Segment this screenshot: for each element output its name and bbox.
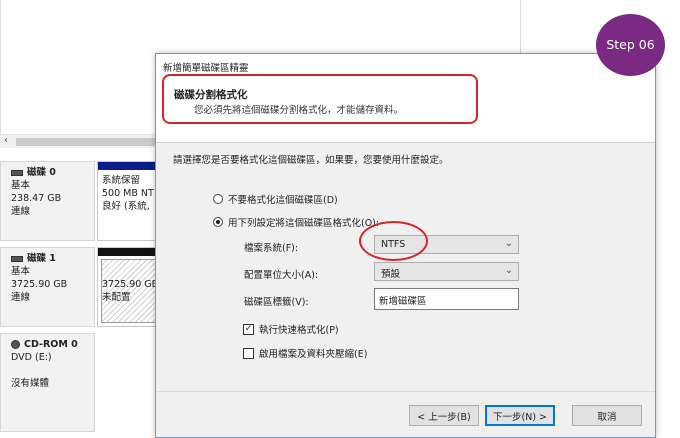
allocation-unit-value: 預設 <box>381 269 401 280</box>
cdrom-title: CD-ROM 0 <box>24 339 78 350</box>
cdrom-title-row: CD-ROM 0 <box>11 338 94 351</box>
cdrom-spacer <box>11 364 94 377</box>
step-badge: Step 06 <box>596 14 665 76</box>
partition-bar <box>98 162 156 170</box>
disk-1-size: 3725.90 GB <box>11 279 68 290</box>
radio-format[interactable]: 用下列設定將這個磁碟區格式化(O): <box>213 215 379 229</box>
checkbox-checked[interactable]: ✓ <box>243 323 254 335</box>
partition-name: 系統保留 <box>102 175 141 186</box>
left-edge <box>0 0 1 134</box>
cdrom-label[interactable]: CD-ROM 0 DVD (E:) 沒有媒體 <box>0 333 95 432</box>
partition-status: 未配置 <box>102 292 131 303</box>
next-button[interactable]: 下一步(N) > <box>485 405 555 426</box>
disk-0-type: 基本 <box>11 180 31 191</box>
partition-status: 良好 (系統, <box>102 201 150 212</box>
partition-size: 500 MB NT <box>102 188 154 199</box>
partition-info: 系統保留 500 MB NT 良好 (系統, <box>102 174 156 213</box>
partition-size: 3725.90 GB <box>102 279 156 290</box>
disk-1-type: 基本 <box>11 266 31 277</box>
volume-label-value: 新增磁碟區 <box>379 296 427 307</box>
quick-format-checkbox[interactable]: ✓ 執行快速格式化(P) <box>243 322 339 336</box>
allocation-unit-select[interactable]: 預設 ⌄ <box>374 262 519 281</box>
cdrom-status: 沒有媒體 <box>11 378 50 389</box>
system-reserved-partition[interactable]: 系統保留 500 MB NT 良好 (系統, <box>97 161 157 241</box>
partition-bar <box>98 248 156 256</box>
scrollbar-thumb[interactable] <box>16 138 156 146</box>
allocation-unit-label: 配置單位大小(A): <box>244 270 319 281</box>
new-simple-volume-wizard: 新增簡單磁碟區精靈 磁碟分割格式化 您必須先將這個磁碟分割格式化，才能儲存資料。… <box>155 53 656 438</box>
volume-label-input[interactable]: 新增磁碟區 <box>374 288 519 310</box>
partition-info: 3725.90 GB 未配置 <box>102 278 156 304</box>
cancel-button[interactable]: 取消 <box>572 405 642 426</box>
cd-icon <box>11 340 20 349</box>
disk-1-title-row: 磁碟 1 <box>11 252 94 265</box>
disk-0-label[interactable]: 磁碟 0 基本 238.47 GB 連線 <box>0 161 95 241</box>
chevron-down-icon: ⌄ <box>504 265 513 276</box>
volume-label-label: 磁碟區標籤(V): <box>244 297 309 308</box>
file-system-label: 檔案系統(F): <box>244 243 299 254</box>
checkbox-unchecked[interactable] <box>243 347 254 359</box>
disk-1-status: 連線 <box>11 292 31 303</box>
scroll-left-icon[interactable]: ‹ <box>4 135 8 146</box>
highlight-ntfs-circle <box>359 221 428 261</box>
column-divider <box>520 0 521 53</box>
compression-checkbox[interactable]: 啟用檔案及資料夾壓縮(E) <box>243 346 367 360</box>
compression-label: 啟用檔案及資料夾壓縮(E) <box>259 349 368 360</box>
radio-format-label: 用下列設定將這個磁碟區格式化(O): <box>228 218 380 229</box>
quick-format-label: 執行快速格式化(P) <box>259 325 339 336</box>
disk-0-title-row: 磁碟 0 <box>11 166 94 179</box>
radio-circle-selected[interactable] <box>213 217 223 227</box>
unallocated-partition[interactable]: 3725.90 GB 未配置 <box>97 247 157 327</box>
dialog-title: 新增簡單磁碟區精靈 <box>156 54 655 75</box>
cdrom-type: DVD (E:) <box>11 352 52 363</box>
horizontal-scrollbar[interactable]: ‹ <box>0 134 160 148</box>
chevron-down-icon: ⌄ <box>504 238 513 249</box>
radio-circle[interactable] <box>213 194 223 204</box>
back-button[interactable]: < 上一步(B) <box>409 405 479 426</box>
radio-no-format[interactable]: 不要格式化這個磁碟區(D) <box>213 192 338 206</box>
disk-icon <box>11 169 23 176</box>
disk-1-title: 磁碟 1 <box>27 253 56 264</box>
disk-icon <box>11 255 23 262</box>
disk-0-status: 連線 <box>11 206 31 217</box>
highlight-header-box <box>162 74 478 124</box>
wizard-footer: < 上一步(B) 下一步(N) > 取消 <box>156 391 655 437</box>
disk-0-title: 磁碟 0 <box>27 167 56 178</box>
instruction-text: 請選擇您是否要格式化這個磁碟區，如果要，您要使用什麼設定。 <box>173 155 449 166</box>
disk-0-size: 238.47 GB <box>11 193 62 204</box>
disk-1-label[interactable]: 磁碟 1 基本 3725.90 GB 連線 <box>0 247 95 327</box>
radio-no-format-label: 不要格式化這個磁碟區(D) <box>228 195 338 206</box>
